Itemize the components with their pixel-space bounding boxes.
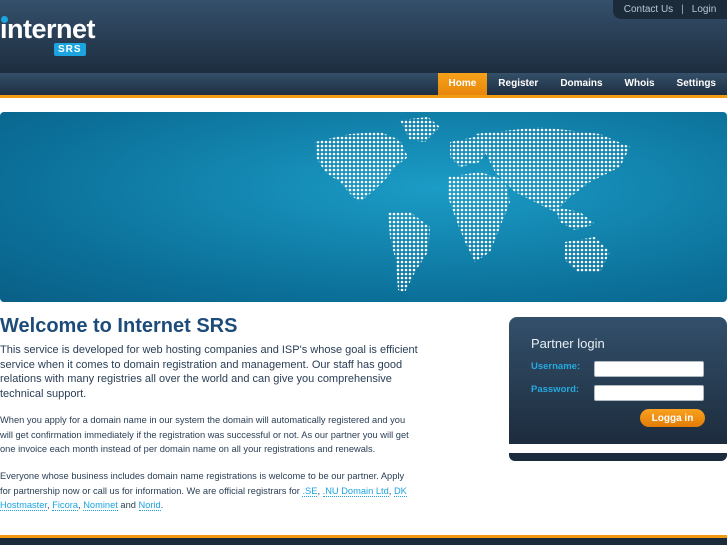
password-label: Password: [531, 384, 580, 395]
and-text: and [117, 500, 139, 511]
link-norid[interactable]: Norid [138, 500, 161, 512]
link-ficora[interactable]: Ficora [52, 500, 79, 512]
separator: | [681, 4, 684, 15]
login-panel-footer [509, 453, 727, 461]
link-nominet[interactable]: Nominet [83, 500, 118, 512]
comma: , [317, 485, 323, 496]
username-label: Username: [531, 361, 581, 372]
intro-paragraph: This service is developed for web hostin… [0, 344, 418, 400]
logo[interactable]: internet SRS [0, 14, 96, 56]
world-map-banner [0, 112, 727, 302]
logo-badge: SRS [54, 43, 86, 56]
page-title: Welcome to Internet SRS [0, 315, 238, 337]
nav-whois[interactable]: Whois [614, 73, 666, 95]
nav-domains[interactable]: Domains [549, 73, 613, 95]
nav-register[interactable]: Register [487, 73, 549, 95]
logo-dot [1, 16, 8, 23]
link-nu-domain[interactable]: .NU Domain Ltd [322, 485, 389, 497]
login-button[interactable]: Logga in [640, 409, 705, 427]
link-se[interactable]: .SE [302, 485, 318, 497]
username-input[interactable] [594, 361, 704, 377]
password-input[interactable] [594, 385, 704, 401]
apply-paragraph: When you apply for a domain name in our … [0, 415, 409, 455]
nav-home[interactable]: Home [437, 73, 488, 95]
main-nav: Home Register Domains Whois Settings [0, 73, 727, 95]
partner-paragraph: Everyone whose business includes domain … [0, 469, 410, 513]
login-link[interactable]: Login [692, 4, 716, 15]
partner-login-panel: Partner login Username: Password: Logga … [509, 317, 727, 444]
logo-word: internet [0, 14, 96, 44]
contact-us-link[interactable]: Contact Us [624, 4, 673, 15]
world-map-dots [315, 117, 630, 292]
header: internet SRS Contact Us | Login [0, 0, 727, 73]
login-title: Partner login [531, 336, 605, 351]
period: . [160, 500, 164, 511]
footer [0, 535, 727, 545]
nav-settings[interactable]: Settings [666, 73, 727, 95]
nav-underline [0, 95, 727, 98]
top-links: Contact Us | Login [613, 0, 727, 19]
